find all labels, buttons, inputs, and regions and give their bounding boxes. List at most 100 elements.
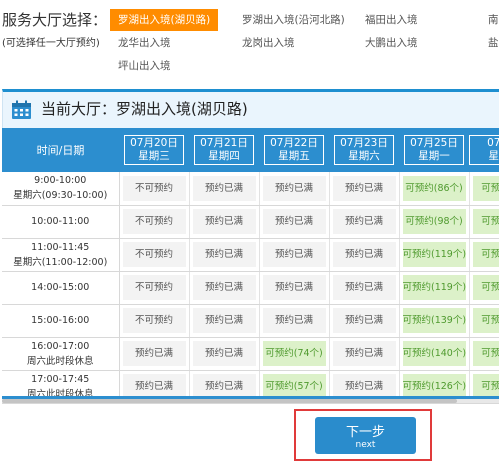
time-slot-label: 14:00-15:00 <box>31 282 90 293</box>
slot-available-button[interactable]: 可预约 <box>472 341 499 366</box>
slot-cell: 可预约(139个) <box>399 304 470 338</box>
date-header: 07月23日 星期六 <box>329 128 399 172</box>
hall-option-nanshan[interactable]: 南 <box>488 9 499 31</box>
slot-cell: 预约已满 <box>189 205 260 239</box>
slot-full-label: 预约已满 <box>332 209 396 234</box>
date-header: 07月21日 星期四 <box>189 128 259 172</box>
slot-cell: 预约已满 <box>329 304 400 338</box>
table-row: 9:00-10:00 星期六(09:30-10:00) 不可预约 预约已满 预约已满 预约… <box>2 172 499 206</box>
hall-option-yantian[interactable]: 盐 <box>488 32 499 54</box>
slot-cell: 可预约 <box>469 271 499 305</box>
slot-available-button[interactable]: 可预约(86个) <box>402 175 466 201</box>
slot-cell: 可预约 <box>469 172 499 206</box>
hall-option-longgang[interactable]: 龙岗出入境 <box>242 32 295 54</box>
slot-available-button[interactable]: 可预约 <box>472 308 499 333</box>
date-header: 07月星期 <box>469 128 499 172</box>
slot-full-label: 预约已满 <box>192 341 256 366</box>
time-slot-note: 星期六(09:30-10:00) <box>13 190 108 202</box>
slot-cell: 预约已满 <box>329 337 400 371</box>
date-header: 07月22日 星期五 <box>259 128 329 172</box>
slot-cell: 可预约 <box>469 304 499 338</box>
scrollbar-thumb[interactable] <box>2 399 457 403</box>
time-slot-cell: 10:00-11:00 <box>2 205 120 239</box>
slot-cell: 预约已满 <box>329 172 400 206</box>
slot-cell: 预约已满 <box>189 304 260 338</box>
slot-available-button[interactable]: 可预约 <box>472 242 499 267</box>
hall-option-pingshan[interactable]: 坪山出入境 <box>118 55 171 77</box>
hall-selector-note: (可选择任一大厅预约) <box>2 38 100 49</box>
weekday-label: 星期六 <box>348 150 380 162</box>
date-label: 07月20日 <box>130 137 178 149</box>
slot-cell: 预约已满 <box>119 337 190 371</box>
slot-cell: 可预约(86个) <box>399 172 470 206</box>
table-row: 10:00-11:00不可预约预约已满预约已满预约已满可预约(98个)可预约 <box>2 205 499 239</box>
slot-full-label: 预约已满 <box>192 209 256 234</box>
time-slot-label: 15:00-16:00 <box>31 315 90 326</box>
slot-full-label: 预约已满 <box>332 242 396 267</box>
slot-available-button[interactable]: 可预约 <box>472 175 499 201</box>
table-row: 16:00-17:00 周六此时段休息 预约已满 预约已满 可预约(74个) 预约已满 可预… <box>2 337 499 371</box>
current-hall-header: 当前大厅：罗湖出入境(湖贝路) <box>2 89 499 128</box>
slot-available-button[interactable]: 可预约(140个) <box>402 341 466 366</box>
slot-cell: 可预约 <box>469 205 499 239</box>
slot-full-label: 预约已满 <box>262 209 326 234</box>
slot-available-button[interactable]: 可预约 <box>472 275 499 300</box>
weekday-label: 星期 <box>488 150 499 162</box>
slot-cell: 预约已满 <box>189 337 260 371</box>
slot-cell: 预约已满 <box>259 304 330 338</box>
slot-available-button[interactable]: 可预约(119个) <box>402 242 466 267</box>
slot-full-label: 预约已满 <box>192 242 256 267</box>
time-slot-label: 17:00-17:45 <box>31 373 90 385</box>
hall-option-dapeng[interactable]: 大鹏出入境 <box>365 32 418 54</box>
next-button[interactable]: 下一步 next <box>315 417 416 454</box>
slot-unavailable-label: 不可预约 <box>122 209 186 234</box>
slot-full-label: 预约已满 <box>122 341 186 366</box>
slot-cell: 可预约(98个) <box>399 205 470 239</box>
slot-full-label: 预约已满 <box>332 275 396 300</box>
slot-cell: 预约已满 <box>329 205 400 239</box>
slot-cell: 预约已满 <box>189 271 260 305</box>
slot-unavailable-label: 不可预约 <box>122 242 186 267</box>
date-label: 07月22日 <box>270 137 318 149</box>
time-slot-label: 9:00-10:00 <box>34 175 87 187</box>
slot-cell: 可预约(119个) <box>399 238 470 272</box>
slot-cell: 预约已满 <box>259 172 330 206</box>
slot-unavailable-label: 不可预约 <box>122 275 186 300</box>
date-label: 07月 <box>487 137 499 149</box>
schedule-table: 时间/日期 07月20日 星期三 07月21日 星期四 07月22日 星期五 07月2… <box>2 128 499 404</box>
time-slot-cell: 11:00-11:45 星期六(11:00-12:00) <box>2 238 120 272</box>
date-label: 07月25日 <box>410 137 458 149</box>
slot-cell: 不可预约 <box>119 238 190 272</box>
horizontal-scrollbar[interactable] <box>2 399 499 403</box>
table-row: 15:00-16:00不可预约预约已满预约已满预约已满可预约(139个)可预约 <box>2 304 499 338</box>
hall-option-luohu-yanhe[interactable]: 罗湖出入境(沿河北路) <box>242 9 345 31</box>
hall-option-longhua[interactable]: 龙华出入境 <box>118 32 171 54</box>
slot-available-button[interactable]: 可预约(98个) <box>402 209 466 234</box>
time-slot-cell: 14:00-15:00 <box>2 271 120 305</box>
slot-cell: 预约已满 <box>259 238 330 272</box>
hall-option-luohu-hubei[interactable]: 罗湖出入境(湖贝路) <box>110 9 219 31</box>
slot-full-label: 预约已满 <box>192 175 256 201</box>
date-header: 07月25日 星期一 <box>399 128 469 172</box>
slot-cell: 不可预约 <box>119 304 190 338</box>
slot-available-button[interactable]: 可预约 <box>472 209 499 234</box>
date-header: 07月20日 星期三 <box>119 128 189 172</box>
slot-cell: 预约已满 <box>329 271 400 305</box>
slot-cell: 不可预约 <box>119 271 190 305</box>
slot-cell: 预约已满 <box>189 238 260 272</box>
slot-cell: 可预约(119个) <box>399 271 470 305</box>
weekday-label: 星期五 <box>278 150 310 162</box>
slot-full-label: 预约已满 <box>332 308 396 333</box>
slot-available-button[interactable]: 可预约(74个) <box>262 341 326 366</box>
slot-available-button[interactable]: 可预约(119个) <box>402 275 466 300</box>
date-label: 07月23日 <box>340 137 388 149</box>
table-row: 14:00-15:00不可预约预约已满预约已满预约已满可预约(119个)可预约 <box>2 271 499 305</box>
slot-full-label: 预约已满 <box>332 175 396 201</box>
table-header-row: 时间/日期 07月20日 星期三 07月21日 星期四 07月22日 星期五 07月2… <box>2 128 499 172</box>
weekday-label: 星期三 <box>138 150 170 162</box>
next-button-highlight: 下一步 next <box>294 409 432 461</box>
time-slot-label: 10:00-11:00 <box>31 216 90 227</box>
slot-cell: 可预约 <box>469 238 499 272</box>
hall-option-futian[interactable]: 福田出入境 <box>365 9 418 31</box>
slot-available-button[interactable]: 可预约(139个) <box>402 308 466 333</box>
